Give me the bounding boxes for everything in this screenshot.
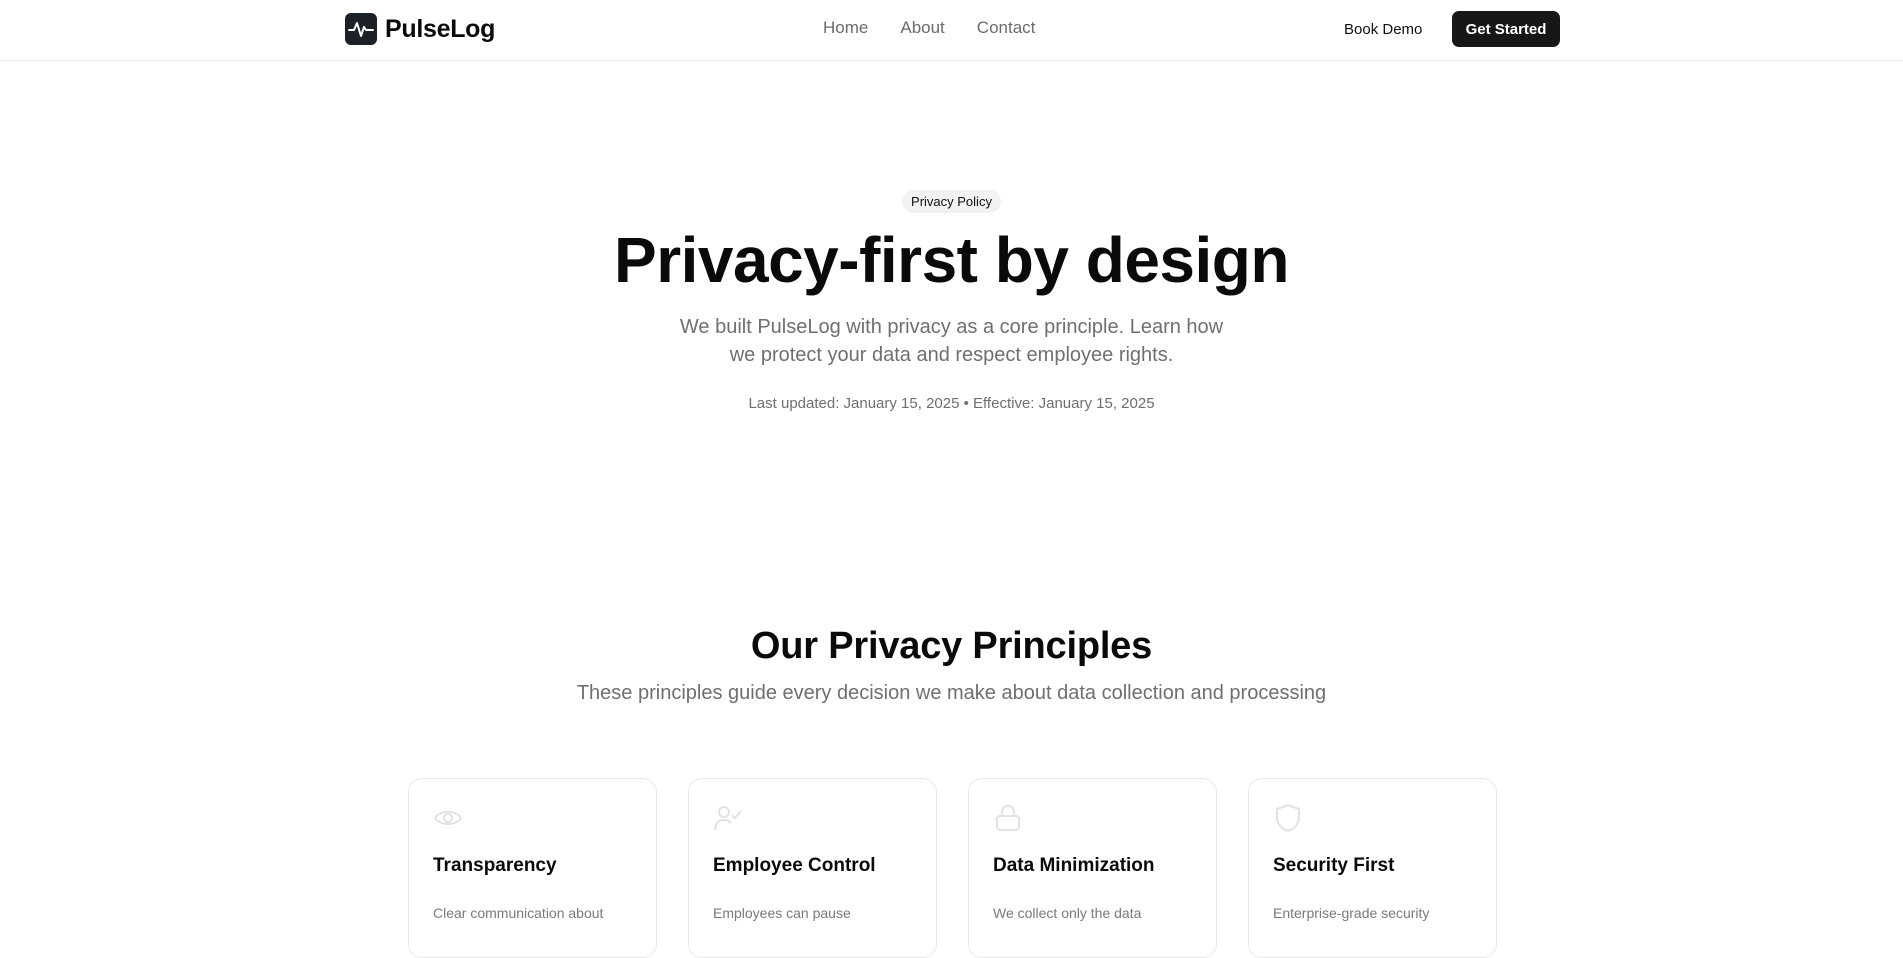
card-description: Employees can pause bbox=[713, 905, 851, 921]
principles-section: Our Privacy Principles These principles … bbox=[0, 625, 1903, 705]
principle-card-security-first: Security First Enterprise-grade security bbox=[1248, 778, 1497, 958]
page-title: Privacy-first by design bbox=[614, 224, 1289, 296]
updated-dates: Last updated: January 15, 2025 • Effecti… bbox=[748, 395, 1155, 413]
pulse-logo-icon bbox=[345, 13, 377, 45]
principle-card-employee-control: Employee Control Employees can pause bbox=[688, 778, 937, 958]
card-description: We collect only the data bbox=[993, 905, 1142, 921]
nav-about[interactable]: About bbox=[900, 18, 944, 38]
hero-subtitle: We built PulseLog with privacy as a core… bbox=[679, 316, 1224, 367]
book-demo-button[interactable]: Book Demo bbox=[1330, 12, 1436, 46]
card-title: Data Minimization bbox=[993, 855, 1155, 876]
main-nav: Home About Contact bbox=[823, 18, 1035, 38]
card-title: Security First bbox=[1273, 855, 1395, 876]
card-description: Enterprise-grade security bbox=[1273, 905, 1430, 921]
card-title: Transparency bbox=[433, 855, 557, 876]
shield-icon bbox=[1276, 803, 1300, 833]
brand-link[interactable]: PulseLog bbox=[345, 13, 495, 45]
hero-section: Privacy Policy Privacy-first by design W… bbox=[0, 190, 1903, 412]
principles-title: Our Privacy Principles bbox=[750, 625, 1153, 667]
get-started-button[interactable]: Get Started bbox=[1452, 11, 1560, 47]
card-description: Clear communication about bbox=[433, 905, 604, 921]
brand-name: PulseLog bbox=[385, 14, 496, 43]
nav-contact[interactable]: Contact bbox=[977, 18, 1036, 38]
privacy-policy-badge: Privacy Policy bbox=[902, 190, 1001, 213]
user-check-icon bbox=[714, 806, 742, 831]
card-title: Employee Control bbox=[713, 855, 876, 876]
eye-icon bbox=[433, 811, 463, 825]
principle-card-data-minimization: Data Minimization We collect only the da… bbox=[968, 778, 1217, 958]
nav-home[interactable]: Home bbox=[823, 18, 868, 38]
principle-card-transparency: Transparency Clear communication about bbox=[408, 778, 657, 958]
principles-cards: Transparency Clear communication about E… bbox=[408, 778, 1497, 958]
principles-subtitle: These principles guide every decision we… bbox=[576, 682, 1327, 704]
site-header: PulseLog Home About Contact Book Demo Ge… bbox=[0, 0, 1903, 61]
lock-icon bbox=[996, 804, 1020, 831]
